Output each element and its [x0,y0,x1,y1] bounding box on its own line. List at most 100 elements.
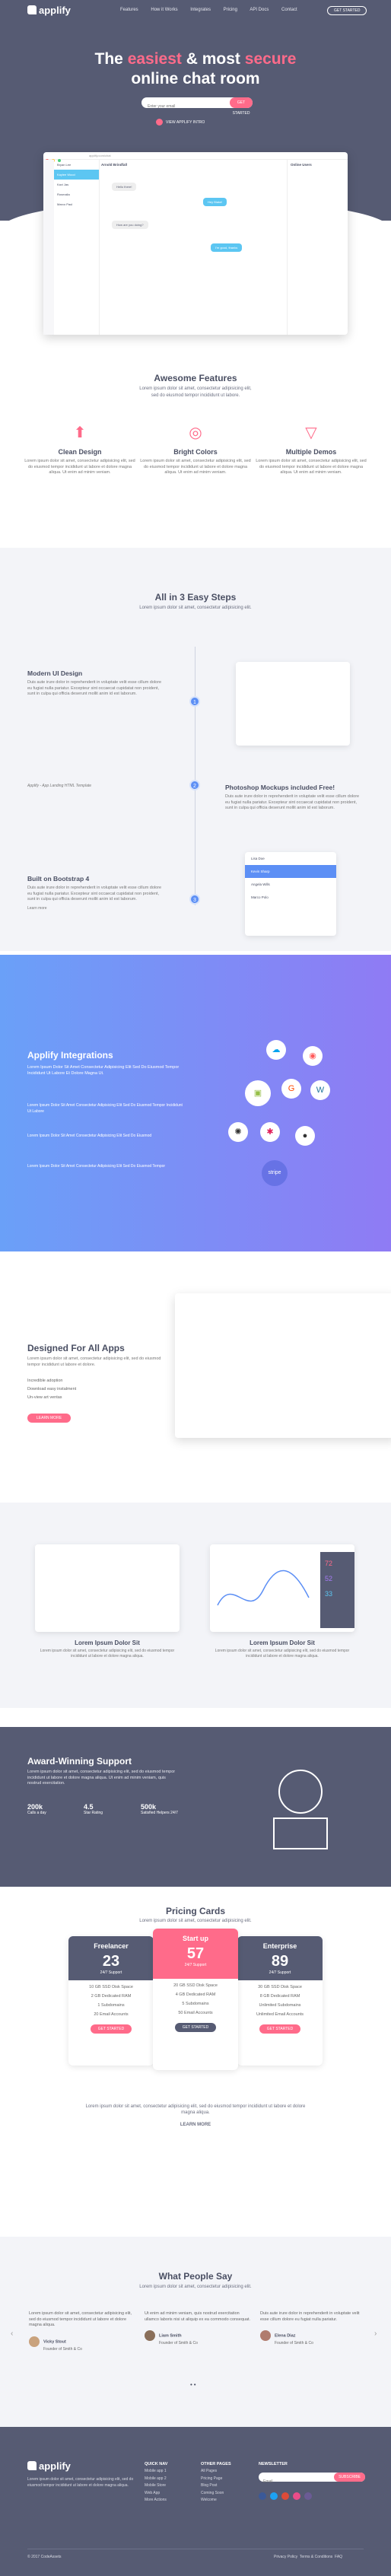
app-preview-window: applify.com/chat Bryan Lee Kaylee Wood K… [43,152,348,335]
lightbulb-icon: ◎ [189,425,202,441]
integration-point: Lorem Ipsum Dolor Sit Amet Consectetur A… [27,1134,152,1138]
nav-link-how-it-works[interactable]: How it Works [151,8,177,12]
message-bubble: Hey Blake! [203,198,227,206]
google-icon: G [281,1079,301,1099]
footer-newsletter: NEWSLETTER [259,2462,288,2466]
footer-logo[interactable]: applify [27,2460,71,2472]
newsletter-subscribe-button[interactable]: SUBSCRIBE [334,2473,365,2482]
step-2-marker: 2 [189,780,200,790]
enterprise-get-started-button[interactable]: GET STARTED [259,2024,301,2034]
top-nav: applify Features How it Works Integrates… [0,5,391,20]
chart-widget: 72 52 33 [210,1544,354,1632]
features-subtitle-2: sed do eiusmod tempor incididunt ut labo… [151,393,240,398]
testimonial-card: Ut enim ad minim veniam, quis nostrud ex… [145,2311,251,2346]
nav-link-api-docs[interactable]: API Docs [250,8,269,12]
url-bar: applify.com/chat [89,154,111,157]
all-apps-learn-more-button[interactable]: LEARN MORE [27,1409,72,1423]
step-3: Built on Bootstrap 4 Duis aute irure dol… [27,875,164,911]
online-users-panel: Online Users [287,160,348,335]
nav-link-contact[interactable]: Contact [281,8,297,12]
support-stat: 500k Satisfied Helpers 24/7 [141,1803,178,1815]
nav-links: Features How it Works Integrates Pricing… [120,8,309,12]
support-title: Award-Winning Support [27,1756,132,1767]
hero-get-started-button[interactable]: GET STARTED [230,97,253,116]
message-bubble: Hello there! [112,183,137,191]
support-agent-illustration [273,1770,328,1849]
pricing-card-startup: Start up 57 24/7 Support 20 GB SSD Disk … [153,1929,238,2070]
template-tagline: Applify - App Landing HTML Template [27,784,92,788]
intro-video-link[interactable]: VIEW APPLIFY INTRO [156,119,205,126]
pricing-card-enterprise: Enterprise 89 24/7 Support 30 GB SSD Dis… [237,1936,323,2066]
carousel-dots[interactable]: •• [190,2381,198,2388]
newsletter-form: SUBSCRIBE [259,2473,365,2486]
contact-item-active[interactable]: Kaylee Wood [54,170,99,180]
features-subtitle-1: Lorem ipsum dolor sit amet, consectetur … [139,386,252,391]
google-plus-icon[interactable] [281,2492,289,2500]
widget-caption-right: Lorem Ipsum Dolor Sit Lorem ipsum dolor … [215,1639,350,1658]
freelancer-get-started-button[interactable]: GET STARTED [90,2024,132,2034]
hero-title-line2: online chat room [131,70,260,87]
contact-item[interactable]: Rosmalia [54,189,99,199]
integration-point: Lorem Ipsum Dolor Sit Amet Consectetur A… [27,1103,183,1114]
hero-email-form: GET STARTED [141,97,253,116]
testimonials-subtitle: Lorem ipsum dolor sit amet, consectetur … [139,2285,252,2289]
nav-link-integrates[interactable]: Integrates [190,8,211,12]
pricing-subtitle: Lorem ipsum dolor sit amet, consectetur … [139,1919,252,1923]
get-started-nav-button[interactable]: GET STARTED [327,6,367,15]
feature-card: ▽ Multiple Demos Lorem ipsum dolor sit a… [254,423,368,476]
logo-icon [27,2461,37,2470]
prev-arrow-icon[interactable]: ‹ [11,2330,13,2338]
support-text: Lorem ipsum dolor sit amet, consectetur … [27,1770,176,1786]
feature-card: ◎ Bright Colors Lorem ipsum dolor sit am… [138,423,253,476]
dribbble-icon[interactable] [293,2492,300,2500]
all-apps-checklist: Incredible adoption Download easy instal… [27,1379,77,1400]
avatar [29,2336,40,2348]
support-stat: 4.5 Star Rating [84,1803,103,1815]
step-3-learn-more[interactable]: Learn more [27,906,164,911]
twitter-icon[interactable] [270,2492,278,2500]
logo-icon [27,5,37,14]
rocket-icon: ⬆ [73,425,87,441]
step-3-mockup: Lisa Doe Kevin Sharp Angela Wills Marco … [245,852,336,936]
instagram-icon[interactable] [304,2492,312,2500]
avatar [145,2330,155,2342]
nav-link-pricing[interactable]: Pricing [224,8,237,12]
integrations-title: Applify Integrations [27,1050,113,1061]
step-1-mockup [236,662,350,746]
steps-title: All in 3 Easy Steps [154,592,237,603]
hero-email-input[interactable] [141,101,218,112]
hero-title-line1: The easiest & most secure [94,50,297,68]
contact-item[interactable]: Kavi Jas [54,180,99,189]
stripe-icon: stripe [262,1160,288,1186]
newsletter-email-input[interactable] [259,2477,327,2486]
shopify-icon: ▣ [245,1080,271,1106]
contact-item[interactable]: Bryan Lee [54,160,99,170]
nav-link-features[interactable]: Features [120,8,138,12]
footer-about: Lorem ipsum dolor sit amet, consectetur … [27,2477,134,2488]
task-widget [35,1544,180,1632]
steps-subtitle: Lorem ipsum dolor sit amet, consectetur … [139,606,252,610]
window-titlebar: applify.com/chat [43,152,348,162]
feature-card: ⬆ Clean Design Lorem ipsum dolor sit ame… [23,423,137,476]
all-apps-title: Designed For All Apps [27,1343,125,1353]
support-stat: 200k Calls a day [27,1803,46,1815]
steps-timeline [195,647,196,905]
slack-icon: ✱ [260,1122,280,1142]
app-sidebar-rail [43,160,54,335]
logo[interactable]: applify [27,5,71,16]
footer-quick-nav: QUICK NAV Mobile app 1 Mobile app 2 Mobi… [145,2462,168,2503]
integration-point: Lorem Ipsum Dolor Sit Amet Consectetur A… [27,1164,166,1169]
pricing-learn-more-link[interactable]: LEARN MORE [0,2123,391,2127]
integrations-text: Lorem Ipsum Dolor Sit Amet Consectetur A… [27,1065,180,1076]
startup-get-started-button[interactable]: GET STARTED [174,2023,217,2032]
next-arrow-icon[interactable]: › [374,2330,377,2338]
widget-caption-left: Lorem Ipsum Dolor Sit Lorem ipsum dolor … [40,1639,175,1658]
footer [0,2427,391,2576]
facebook-icon[interactable] [259,2492,266,2500]
step-2: Photoshop Mockups included Free! Duis au… [225,784,360,811]
contact-list: Bryan Lee Kaylee Wood Kavi Jas Rosmalia … [54,160,100,335]
testimonials-title: What People Say [158,2271,233,2282]
testimonial-card: Duis aute irure dolor in reprehenderit i… [260,2311,360,2346]
contact-item[interactable]: Marco Paul [54,199,99,209]
avatar [260,2330,271,2342]
